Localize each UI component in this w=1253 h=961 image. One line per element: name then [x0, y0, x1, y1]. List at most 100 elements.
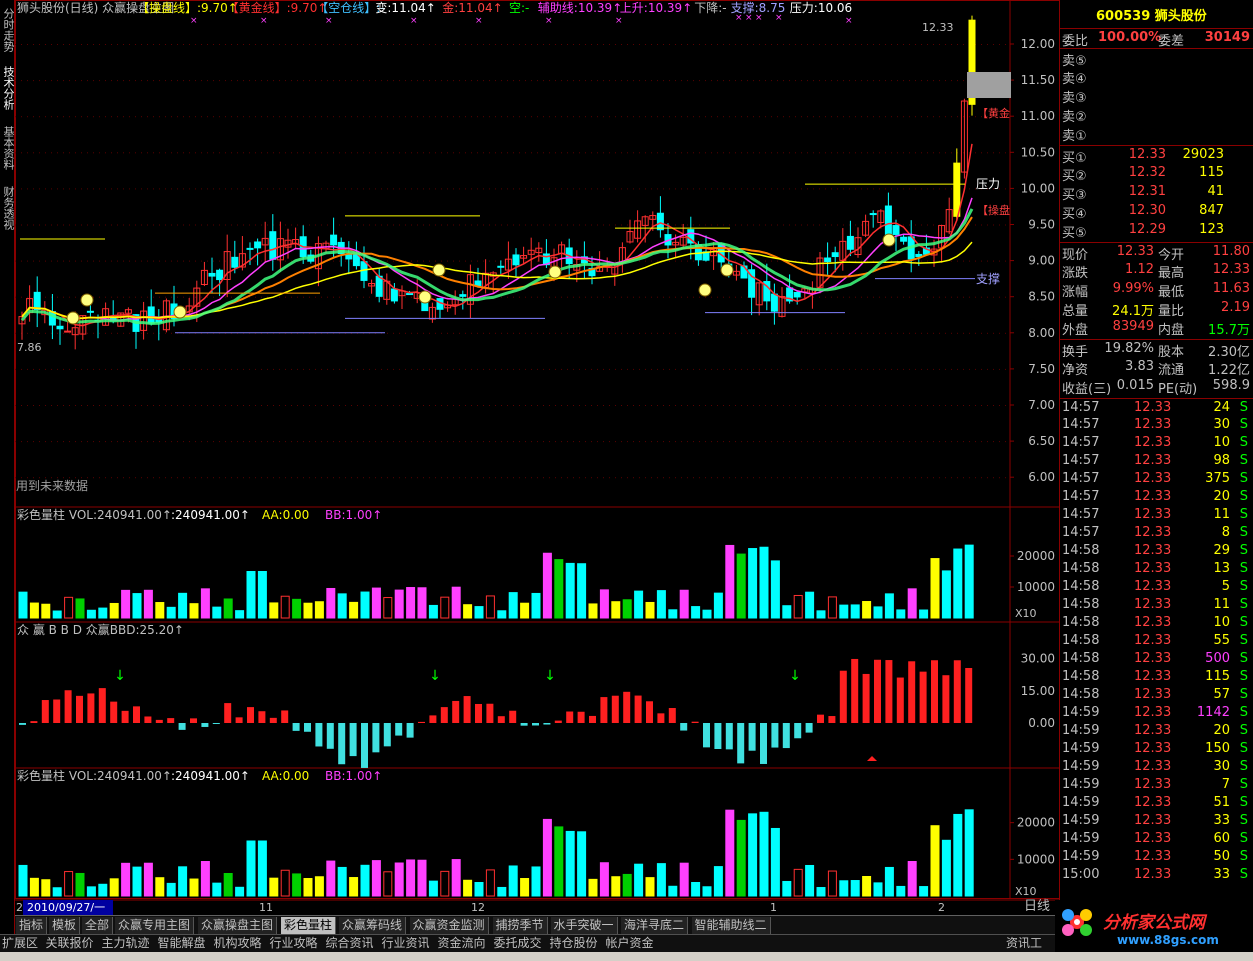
grid-dot: [123, 260, 124, 262]
grid-dot: [45, 80, 46, 82]
function-tab[interactable]: 资金流向: [436, 935, 488, 952]
grid-dot: [693, 152, 694, 154]
grid-dot: [291, 188, 292, 190]
indicator-tab[interactable]: 全部: [82, 917, 114, 934]
quote-text: 委差: [1158, 34, 1185, 49]
grid-dot: [57, 441, 58, 443]
grid-dot: [447, 368, 448, 370]
y-tick-label: 12.00: [1021, 37, 1055, 51]
grid-dot: [945, 296, 946, 298]
grid-dot: [771, 441, 772, 443]
indicator-tab[interactable]: 捕捞季节: [492, 917, 548, 934]
grid-dot: [333, 296, 334, 298]
bbd-down-arrow-icon: ↓: [544, 668, 556, 684]
tick-row: 14:59 12.33 20 S: [1060, 722, 1253, 741]
function-tab[interactable]: 机构攻略: [212, 935, 264, 952]
grid-dot: [357, 188, 358, 190]
grid-dot: [513, 441, 514, 443]
function-tab[interactable]: 关联报价: [44, 935, 96, 952]
indicator-tab[interactable]: 模板: [49, 917, 81, 934]
function-tab[interactable]: 行业资讯: [380, 935, 432, 952]
grid-dot: [279, 224, 280, 226]
grid-dot: [231, 296, 232, 298]
grid-dot: [507, 188, 508, 190]
function-tab[interactable]: 资讯工: [1004, 935, 1044, 952]
indicator-tab[interactable]: 海洋寻底二: [621, 917, 689, 934]
function-tab[interactable]: 委托成交: [492, 935, 544, 952]
top-signal-mark-icon: ×: [325, 16, 333, 26]
indicator-tab[interactable]: 彩色量柱: [281, 917, 337, 934]
grid-dot: [477, 44, 478, 45]
grid-dot: [315, 116, 316, 118]
function-tab[interactable]: 综合资讯: [324, 935, 376, 952]
grid-dot: [213, 260, 214, 262]
indicator-tab[interactable]: 指标: [16, 917, 48, 934]
bbd-panel[interactable]: ↓ ↓ ↓ ↓: [19, 658, 973, 768]
volume-panel-1[interactable]: [18, 544, 974, 619]
quote-text: 33: [1213, 867, 1230, 882]
grid-dot: [399, 44, 400, 45]
indicator-tab[interactable]: 众赢筹码线: [339, 917, 407, 934]
grid-dot: [597, 116, 598, 118]
tick-row: 14:58 12.33 55 S: [1060, 632, 1253, 651]
grid-dot: [69, 224, 70, 226]
grid-dot: [957, 441, 958, 443]
grid-dot: [45, 116, 46, 118]
grid-dot: [489, 332, 490, 334]
candlestick-layer[interactable]: × × × × × × × × × × × ×: [18, 13, 1011, 350]
grid-dot: [57, 80, 58, 82]
tab-intraday-chart[interactable]: 分时走势: [1, 8, 15, 52]
function-tab[interactable]: 主力轨迹: [100, 935, 152, 952]
quote-text: 30: [1213, 417, 1230, 432]
grid-dot: [393, 188, 394, 190]
volume-panel-2[interactable]: [18, 809, 974, 897]
grid-dot: [153, 405, 154, 406]
grid-dot: [237, 441, 238, 443]
grid-dot: [87, 368, 88, 370]
bbd-bar: [258, 711, 266, 723]
function-tab[interactable]: 扩展区: [0, 935, 40, 952]
grid-dot: [453, 44, 454, 45]
grid-dot: [639, 477, 640, 479]
grid-dot: [219, 296, 220, 298]
grid-dot: [261, 116, 262, 118]
grid-dot: [993, 477, 994, 479]
indicator-tab[interactable]: 众赢专用主图: [115, 917, 195, 934]
indicator-tab[interactable]: 水手突破一: [550, 917, 618, 934]
grid-dot: [681, 477, 682, 479]
grid-dot: [183, 224, 184, 226]
tab-technical-analysis[interactable]: 技术分析: [1, 66, 15, 110]
quote-text: 12.33: [1134, 417, 1172, 432]
grid-dot: [939, 441, 940, 443]
indicator-tab[interactable]: 众赢操盘主图: [198, 917, 278, 934]
function-tab[interactable]: 行业攻略: [268, 935, 320, 952]
grid-dot: [441, 116, 442, 118]
grid-dot: [321, 405, 322, 406]
grid-dot: [699, 188, 700, 190]
tab-basic-info[interactable]: 基本资料: [1, 126, 15, 170]
function-tab[interactable]: 帐户资金: [604, 935, 656, 952]
grid-dot: [909, 224, 910, 226]
function-tab[interactable]: 持仓股份: [548, 935, 600, 952]
grid-dot: [213, 152, 214, 154]
grid-dot: [375, 441, 376, 443]
grid-dot: [555, 188, 556, 190]
grid-dot: [927, 188, 928, 190]
grid-dot: [765, 188, 766, 190]
kline-chart-area[interactable]: × × × × × × × × × × × × ↓ ↓ ↓ ↓ 12.00 11.50 11.00 10.50 10…: [15, 0, 1060, 915]
bbd-bar: [338, 723, 346, 765]
grid-dot: [513, 332, 514, 334]
grid-dot: [21, 405, 22, 406]
grid-dot: [57, 405, 58, 406]
grid-dot: [15, 405, 16, 406]
period-daily-button[interactable]: 日线: [1016, 898, 1058, 916]
grid-dot: [285, 296, 286, 298]
indicator-tab[interactable]: 众赢资金监测: [409, 917, 489, 934]
indicator-tab[interactable]: 智能辅助线二: [691, 917, 771, 934]
tab-financials[interactable]: 财务透视: [1, 186, 15, 230]
function-tab[interactable]: 智能解盘: [156, 935, 208, 952]
grid-dot: [837, 477, 838, 479]
grid-dot: [753, 44, 754, 45]
grid-dot: [261, 44, 262, 45]
volume-bar: [497, 886, 507, 897]
